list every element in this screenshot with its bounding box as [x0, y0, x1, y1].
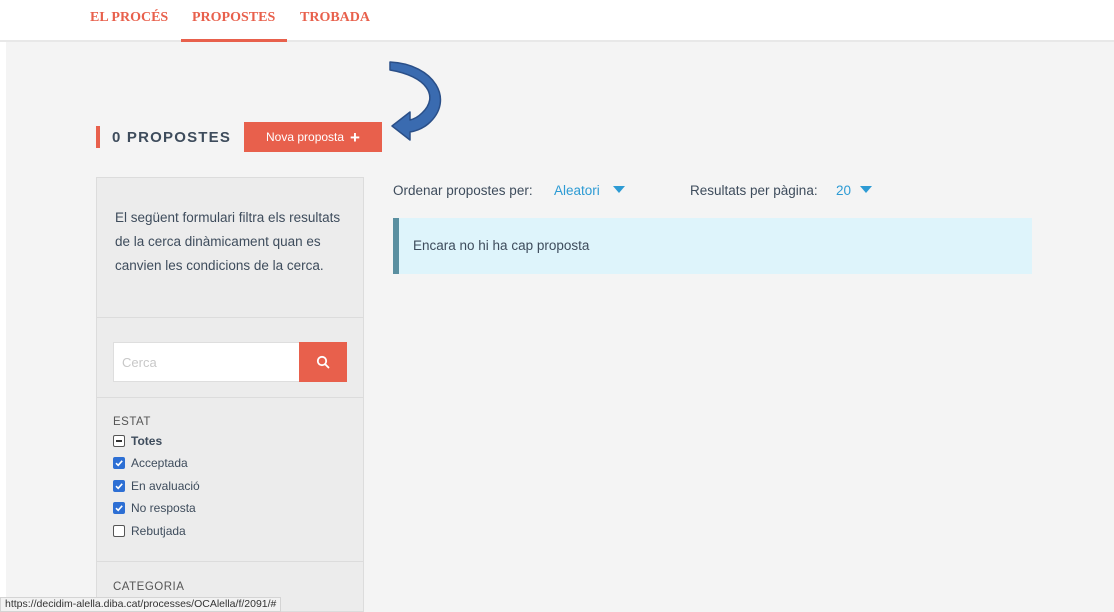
filter-option-acceptada[interactable]: Acceptada: [113, 456, 188, 470]
top-navigation: EL PROCÉS PROPOSTES TROBADA: [0, 0, 1114, 42]
filter-option-label: Rebutjada: [131, 524, 186, 538]
curved-arrow-icon: [389, 61, 442, 141]
search-input[interactable]: [113, 342, 299, 382]
filter-title-estat: ESTAT: [113, 416, 151, 428]
checkbox-checked-icon[interactable]: [113, 502, 125, 514]
chevron-down-icon[interactable]: [613, 186, 625, 193]
per-page-label: Resultats per pàgina:: [690, 183, 818, 198]
plus-icon: +: [350, 127, 360, 147]
per-page-dropdown[interactable]: 20: [836, 183, 851, 198]
empty-results-callout: Encara no hi ha cap proposta: [393, 218, 1032, 274]
filter-option-en-avaluacio[interactable]: En avaluació: [113, 479, 200, 493]
filter-sidebar: El següent formulari filtra els resultat…: [96, 177, 364, 612]
empty-results-message: Encara no hi ha cap proposta: [413, 238, 590, 253]
filter-option-label: Acceptada: [131, 456, 188, 470]
checkbox-checked-icon[interactable]: [113, 457, 125, 469]
search-button[interactable]: [299, 342, 347, 382]
filter-option-totes[interactable]: Totes: [113, 434, 162, 448]
divider: [97, 561, 363, 562]
nav-item-trobada[interactable]: TROBADA: [300, 10, 370, 26]
chevron-down-icon[interactable]: [860, 186, 872, 193]
title-accent-bar: [96, 126, 100, 148]
filter-option-rebutjada[interactable]: Rebutjada: [113, 524, 186, 538]
filter-option-label: No resposta: [131, 501, 196, 515]
nav-item-propostes[interactable]: PROPOSTES: [192, 10, 275, 26]
checkbox-partial-icon[interactable]: [113, 435, 125, 447]
search-icon: [316, 355, 330, 369]
filter-option-label: Totes: [131, 434, 163, 448]
new-proposal-button[interactable]: Nova proposta +: [244, 122, 382, 152]
page-title: 0 PROPOSTES: [112, 129, 232, 146]
divider: [97, 397, 363, 398]
nav-item-el-proces[interactable]: EL PROCÉS: [90, 10, 168, 26]
filter-option-label: En avaluació: [131, 479, 200, 493]
filter-description: El següent formulari filtra els resultat…: [115, 210, 341, 273]
checkbox-checked-icon[interactable]: [113, 480, 125, 492]
filter-title-categoria: CATEGORIA: [113, 581, 185, 593]
filter-option-no-resposta[interactable]: No resposta: [113, 501, 196, 515]
status-bar-url: https://decidim-alella.diba.cat/processe…: [0, 597, 282, 612]
sort-dropdown[interactable]: Aleatori: [554, 183, 600, 198]
checkbox-unchecked-icon[interactable]: [113, 525, 125, 537]
sort-label: Ordenar propostes per:: [393, 183, 533, 198]
new-proposal-label: Nova proposta: [266, 130, 345, 144]
divider: [97, 317, 363, 318]
